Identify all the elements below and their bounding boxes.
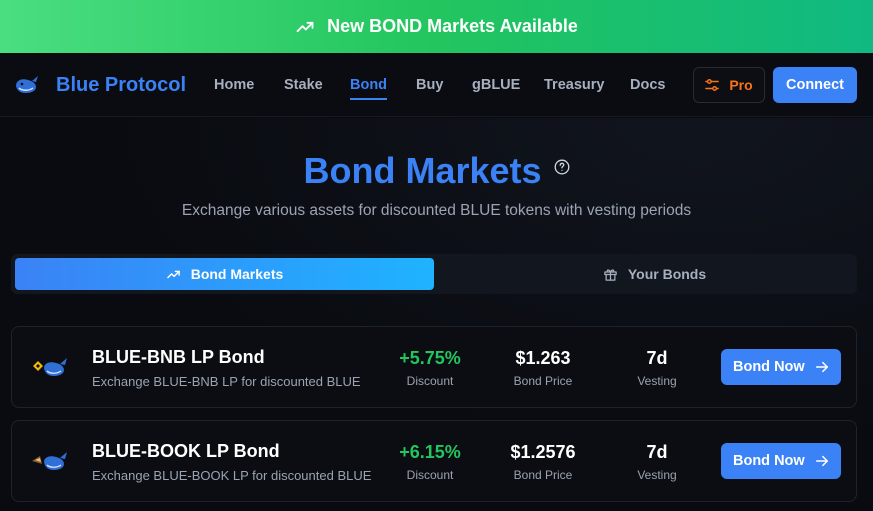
tab-label: Your Bonds (627, 266, 707, 282)
tab-label: Bond Markets (190, 266, 284, 282)
bond-name: BLUE-BNB LP Bond (92, 347, 265, 367)
nav-link-gblue[interactable]: gBLUE (472, 77, 520, 93)
bond-price: $1.263 Bond Price (493, 348, 593, 388)
bond-price: $1.2576 Bond Price (493, 442, 593, 482)
page-subtitle: Exchange various assets for discounted B… (181, 202, 692, 219)
trending-up-icon (166, 270, 180, 278)
trending-up-icon (296, 21, 314, 32)
pro-label: Pro (729, 77, 753, 93)
brand-name[interactable]: Blue Protocol (56, 74, 186, 97)
help-circle-icon[interactable] (554, 159, 570, 175)
price-label: Bond Price (513, 468, 573, 482)
bond-name: BLUE-BOOK LP Bond (92, 441, 280, 461)
connect-button[interactable]: Connect (773, 67, 857, 103)
bond-now-label: Bond Now (733, 359, 805, 375)
nav-link-bond[interactable]: Bond (350, 77, 388, 100)
bond-now-label: Bond Now (733, 453, 805, 469)
page-title-text: Bond Markets (303, 150, 542, 191)
bond-vesting: 7d Vesting (607, 348, 707, 388)
nav-link-home[interactable]: Home (214, 77, 254, 93)
bond-card-blue-bnb: BLUE-BNB LP Bond Exchange BLUE-BNB LP fo… (11, 326, 857, 408)
arrow-right-icon (815, 361, 829, 373)
bond-discount: +6.15% Discount (380, 442, 480, 482)
tab-bond-markets[interactable]: Bond Markets (15, 258, 434, 290)
announcement-banner[interactable]: New BOND Markets Available (0, 0, 873, 53)
bond-vesting: 7d Vesting (607, 442, 707, 482)
vesting-label: Vesting (637, 374, 677, 388)
price-value: $1.263 (515, 348, 571, 368)
bond-tabs: Bond Markets Your Bonds (11, 254, 857, 294)
tab-your-bonds[interactable]: Your Bonds (445, 258, 864, 290)
sliders-icon (705, 79, 720, 91)
nav-link-buy[interactable]: Buy (416, 77, 443, 93)
bond-description: Exchange BLUE-BOOK LP for discounted BLU… (92, 468, 372, 483)
nav-link-docs[interactable]: Docs (630, 77, 665, 93)
gift-icon (604, 268, 617, 281)
discount-value: +6.15% (399, 442, 461, 462)
bond-discount: +5.75% Discount (380, 348, 480, 388)
bond-now-button[interactable]: Bond Now (721, 443, 841, 479)
price-value: $1.2576 (510, 442, 576, 462)
vesting-value: 7d (646, 348, 668, 368)
lp-token-pair-icon (33, 358, 67, 376)
discount-value: +5.75% (399, 348, 461, 368)
banner-text: New BOND Markets Available (327, 16, 578, 36)
bond-description: Exchange BLUE-BNB LP for discounted BLUE (92, 374, 361, 389)
page-title: Bond Markets (0, 150, 873, 192)
discount-label: Discount (406, 468, 454, 482)
vesting-label: Vesting (637, 468, 677, 482)
bond-card-blue-book: BLUE-BOOK LP Bond Exchange BLUE-BOOK LP … (11, 420, 857, 502)
pro-button[interactable]: Pro (693, 67, 765, 103)
bond-now-button[interactable]: Bond Now (721, 349, 841, 385)
price-label: Bond Price (513, 374, 573, 388)
discount-label: Discount (406, 374, 454, 388)
top-navigation: Blue Protocol Home Stake Bond Buy gBLUE … (0, 53, 873, 117)
arrow-right-icon (815, 455, 829, 467)
vesting-value: 7d (646, 442, 668, 462)
lp-token-pair-icon (32, 452, 67, 470)
nav-link-treasury[interactable]: Treasury (544, 77, 604, 93)
whale-logo-icon[interactable] (14, 73, 40, 97)
nav-link-stake[interactable]: Stake (284, 77, 323, 93)
